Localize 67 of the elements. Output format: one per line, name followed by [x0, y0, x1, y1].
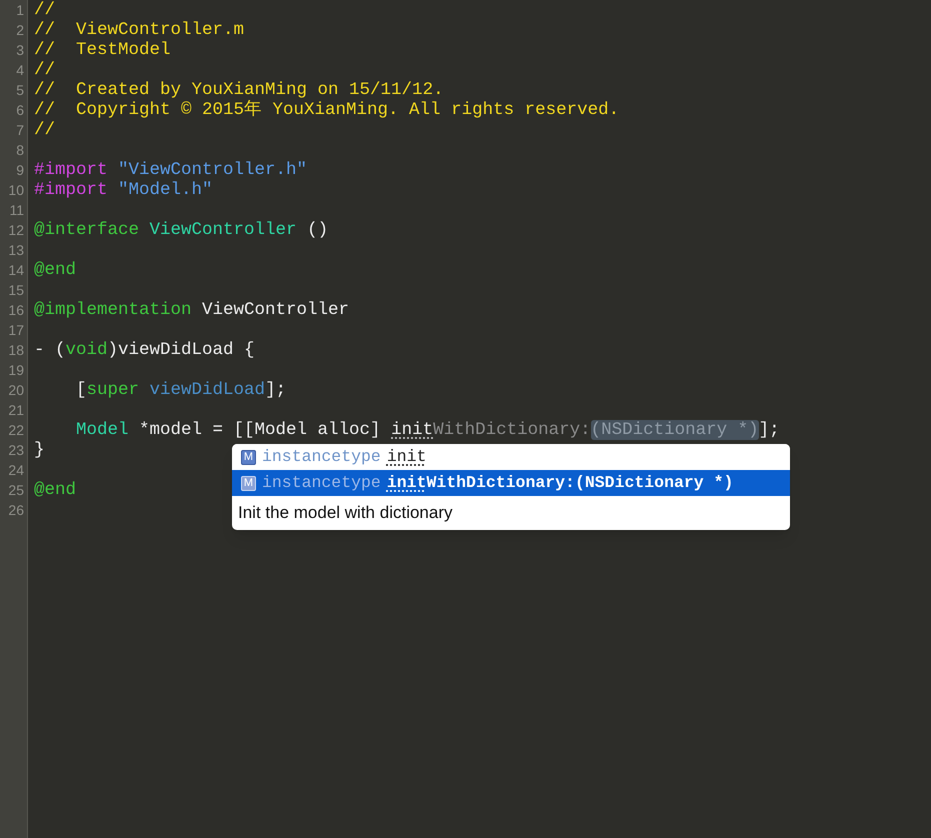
- method-icon: M: [241, 450, 256, 464]
- method-icon: M: [241, 476, 256, 490]
- completion-item[interactable]: M instancetype initWithDictionary:(NSDictionary *): [232, 470, 790, 496]
- code-token: "Model.h": [118, 180, 213, 200]
- code-token: Model: [76, 420, 129, 440]
- code-token: [: [76, 380, 87, 400]
- line-number: 26: [8, 501, 24, 520]
- line-number: 1: [16, 1, 24, 20]
- code-token: //: [34, 120, 56, 140]
- line-number: 19: [8, 361, 24, 380]
- code-token: super: [86, 380, 140, 400]
- code-token: ];: [265, 380, 286, 400]
- line-number: 6: [16, 101, 24, 120]
- line-number: 12: [8, 221, 24, 240]
- line-number: 22: [8, 421, 24, 440]
- code-token: @interface: [34, 220, 140, 240]
- code-token: // Copyright © 2015年 YouXianMing. All rights reserved.: [34, 100, 620, 120]
- code-token: void: [66, 340, 108, 360]
- line-number: 4: [16, 61, 24, 80]
- line-number: 20: [8, 381, 24, 400]
- line-number: 23: [8, 441, 24, 460]
- code-token: #import: [34, 160, 109, 180]
- code-token: - (: [34, 340, 66, 360]
- line-number: 21: [8, 401, 24, 420]
- code-token: @end: [34, 480, 76, 500]
- line-number: 25: [8, 481, 24, 500]
- line-number: 8: [16, 141, 24, 160]
- code-token: (NSDictionary *): [590, 420, 759, 440]
- code-token: @implementation: [34, 300, 192, 320]
- line-number: 24: [8, 461, 24, 480]
- code-token: //: [34, 0, 56, 20]
- line-number: 11: [9, 201, 24, 220]
- line-number: 16: [8, 301, 24, 320]
- return-type: instancetype: [262, 472, 381, 494]
- code-token: init: [391, 420, 434, 440]
- code-token: // ViewController.m: [34, 20, 244, 40]
- line-number: 3: [16, 41, 24, 60]
- line-number: 17: [8, 321, 24, 340]
- code-token: }: [34, 440, 45, 460]
- code-token: #import: [34, 180, 109, 200]
- line-number: 10: [8, 181, 24, 200]
- line-number: 13: [8, 241, 24, 260]
- code-token: // Created by YouXianMing on 15/11/12.: [34, 80, 444, 100]
- line-number: 2: [16, 21, 24, 40]
- line-number: 18: [8, 341, 24, 360]
- code-token: "ViewController.h": [118, 160, 308, 180]
- code-token: *model = [[Model alloc]: [138, 420, 382, 440]
- code-token: //: [34, 60, 56, 80]
- line-number: 15: [8, 281, 24, 300]
- line-number: 9: [16, 161, 24, 180]
- completion-item[interactable]: M instancetype init: [232, 444, 790, 470]
- code-token: viewDidLoad: [150, 380, 266, 400]
- code-token: ViewController: [150, 220, 297, 240]
- code-token: ViewController: [201, 300, 350, 320]
- code-token: (): [306, 220, 328, 240]
- completion-description: Init the model with dictionary: [237, 502, 454, 524]
- code-token: @end: [34, 260, 76, 280]
- method-name: init: [386, 446, 426, 468]
- method-name: initWithDictionary:(NSDictionary *): [386, 472, 734, 494]
- line-number: 14: [8, 261, 24, 280]
- code-token: // TestModel: [34, 40, 171, 60]
- return-type: instancetype: [262, 446, 381, 468]
- code-token: )viewDidLoad {: [108, 340, 255, 360]
- line-number: 7: [16, 121, 24, 140]
- code-token: ];: [758, 420, 780, 440]
- line-number: 5: [16, 81, 24, 100]
- code-token: WithDictionary:: [433, 420, 591, 440]
